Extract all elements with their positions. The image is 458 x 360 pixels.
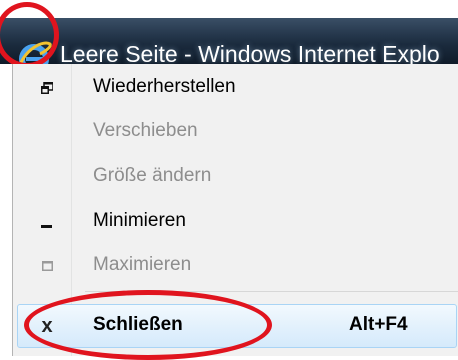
menu-item-maximize[interactable]: Maximieren (13, 244, 458, 288)
window-titlebar[interactable]: Leere Seite - Windows Internet Explo (0, 18, 458, 74)
restore-icon (35, 74, 59, 102)
menu-item-label: Minimieren (93, 210, 186, 231)
menu-item-label: Maximieren (93, 254, 192, 275)
menu-item-size[interactable]: Größe ändern (13, 155, 458, 199)
menu-item-minimize[interactable]: Minimieren (13, 200, 458, 244)
menu-item-label: Wiederherstellen (93, 76, 236, 97)
menu-item-shortcut: Alt+F4 (349, 314, 408, 335)
menu-item-restore[interactable]: Wiederherstellen (13, 66, 458, 110)
maximize-icon (35, 252, 59, 280)
annotation-circle-close (24, 290, 272, 360)
menu-item-label: Verschieben (93, 120, 198, 141)
menu-item-label: Größe ändern (93, 165, 212, 186)
menu-item-move[interactable]: Verschieben (13, 110, 458, 154)
minimize-icon (35, 208, 59, 236)
